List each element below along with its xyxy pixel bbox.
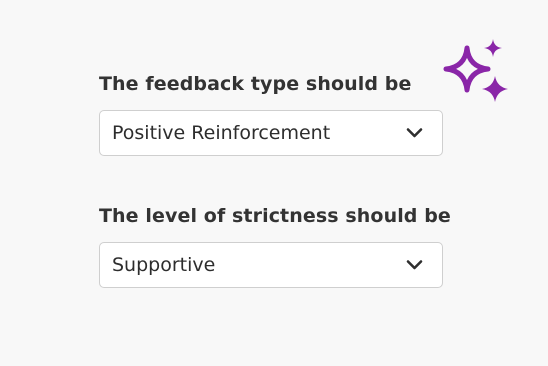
- chevron-down-icon: [406, 128, 423, 138]
- feedback-type-label: The feedback type should be: [99, 73, 412, 95]
- strictness-label: The level of strictness should be: [99, 205, 451, 227]
- chevron-down-icon: [406, 260, 423, 270]
- strictness-selected-value: Supportive: [112, 254, 216, 276]
- feedback-type-select[interactable]: Positive Reinforcement: [99, 110, 443, 156]
- sparkles-icon: [443, 39, 508, 102]
- strictness-select[interactable]: Supportive: [99, 242, 443, 288]
- feedback-type-selected-value: Positive Reinforcement: [112, 122, 331, 144]
